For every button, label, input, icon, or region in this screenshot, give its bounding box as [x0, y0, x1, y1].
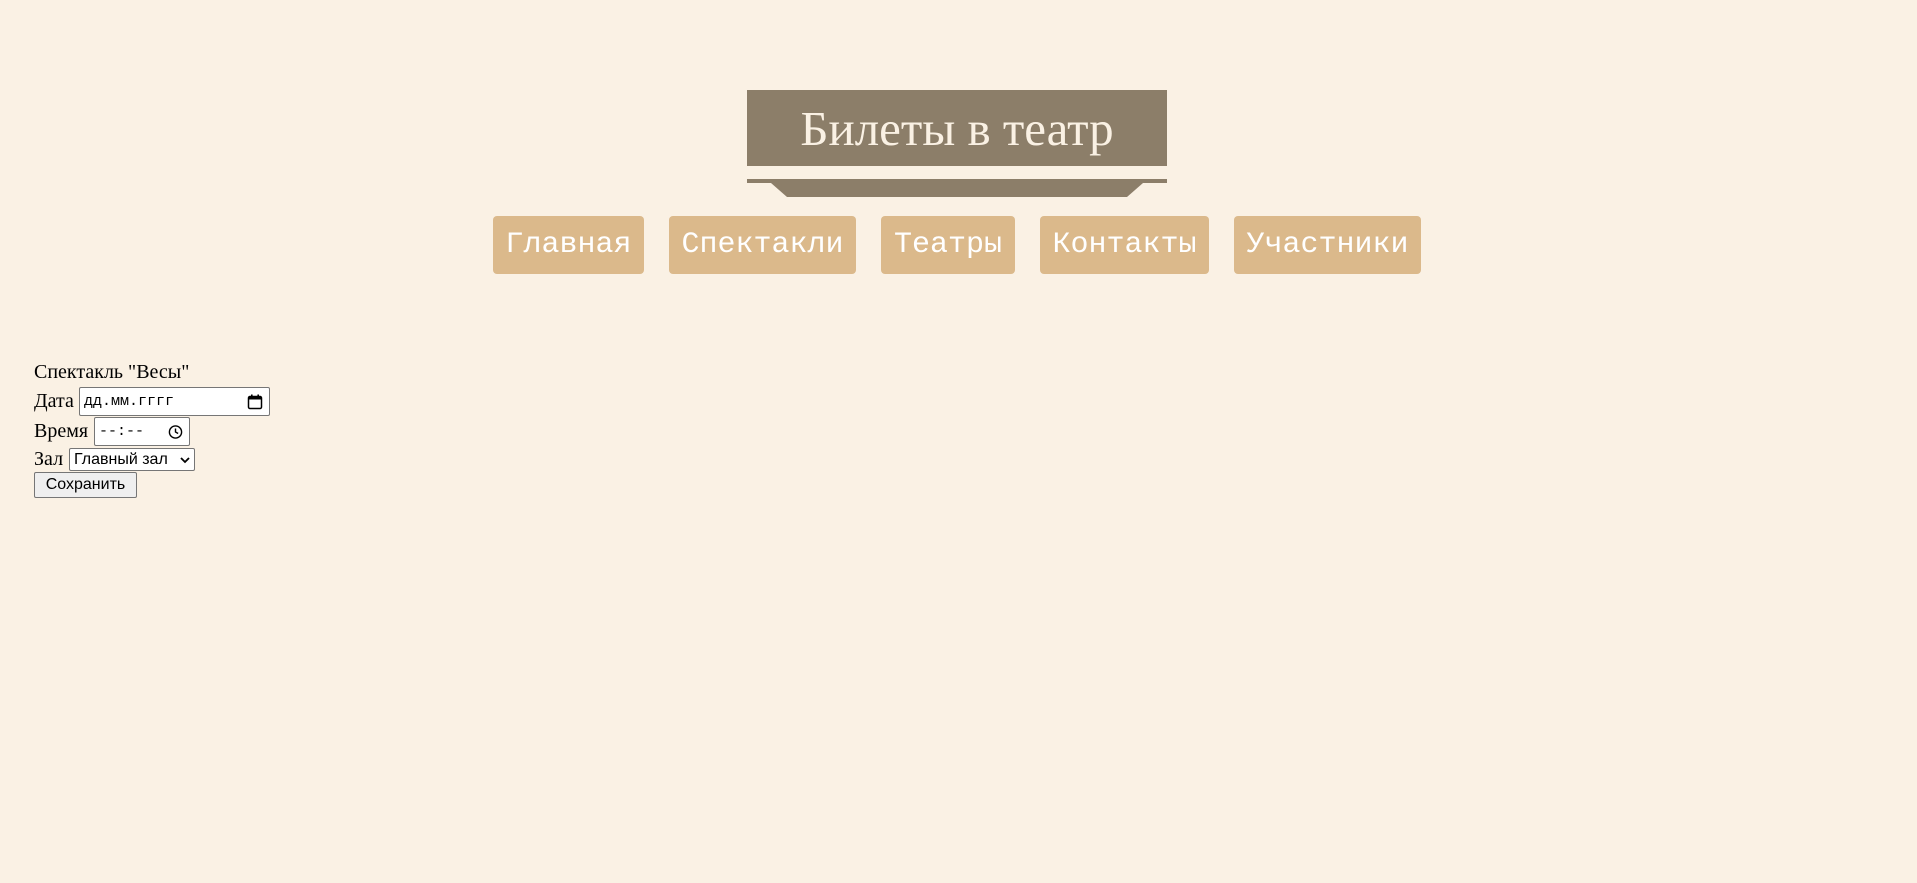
hall-selected-value: Главный зал — [74, 450, 168, 468]
chevron-down-icon — [179, 454, 191, 466]
site-header: Билеты в театр — [747, 90, 1167, 166]
header-ribbon — [747, 179, 1167, 197]
time-placeholder: --:-- — [99, 423, 145, 440]
date-input[interactable]: дд.мм.гггг — [79, 387, 270, 416]
main-nav: Главная Спектакли Театры Контакты Участн… — [0, 216, 1917, 274]
nav-item-participants[interactable]: Участники — [1234, 216, 1421, 274]
clock-icon[interactable] — [168, 424, 183, 439]
nav-item-home[interactable]: Главная — [493, 216, 644, 274]
page-title: Билеты в театр — [800, 100, 1114, 156]
ribbon-tab — [771, 183, 1143, 197]
save-button[interactable]: Сохранить — [34, 472, 137, 498]
nav-item-contacts[interactable]: Контакты — [1040, 216, 1209, 274]
ribbon-line — [747, 179, 1167, 183]
date-label: Дата — [34, 390, 74, 412]
time-input[interactable]: --:-- — [94, 417, 190, 446]
nav-item-theatres[interactable]: Театры — [881, 216, 1015, 274]
hall-select[interactable]: Главный зал — [69, 448, 195, 471]
nav-item-performances[interactable]: Спектакли — [669, 216, 856, 274]
form-title: Спектакль "Весы" — [34, 361, 190, 383]
date-placeholder: дд.мм.гггг — [84, 393, 175, 410]
calendar-icon[interactable] — [247, 394, 263, 410]
time-label: Время — [34, 420, 89, 442]
hall-label: Зал — [34, 448, 64, 470]
